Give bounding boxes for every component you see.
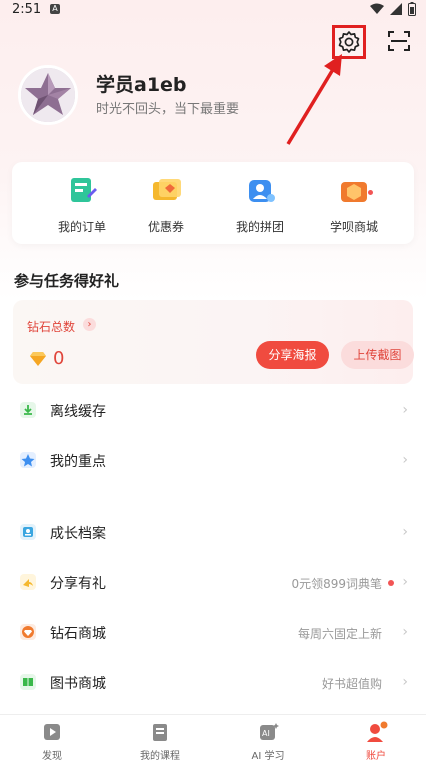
wifi-icon (370, 3, 384, 14)
menu-row-label: 成长档案 (50, 526, 106, 542)
username[interactable]: 学员a1eb (96, 70, 187, 97)
notification-a-icon: A (50, 4, 60, 14)
store-icon (341, 182, 367, 202)
ai-learning-icon: AI (260, 723, 279, 740)
tab-account[interactable]: 账户 (336, 721, 416, 761)
quick-action-label: 学呗商城 (329, 220, 378, 234)
menu-row-note: 好书超值购 (321, 677, 382, 691)
menu-row-offline-cache[interactable]: 离线缓存 › (0, 390, 426, 430)
menu-row-label: 我的重点 (50, 454, 106, 470)
chevron-right-icon: › (402, 574, 408, 590)
status-icons (370, 2, 416, 16)
quick-action-label: 我的订单 (57, 220, 106, 234)
menu-row-share-gift[interactable]: 分享有礼 0元领899词典笔 › (0, 562, 426, 602)
menu-row-growth-profile[interactable]: 成长档案 › (0, 512, 426, 552)
share-poster-button[interactable]: 分享海报 (256, 341, 329, 369)
diamond-total-label[interactable]: 钻石总数 (27, 318, 75, 335)
courses-icon (153, 724, 167, 741)
quick-action-coupons[interactable]: 优惠券 (126, 174, 206, 235)
tab-label: 我的课程 (140, 751, 180, 761)
star-icon (20, 452, 36, 468)
chevron-right-icon: › (402, 674, 408, 690)
share-icon (20, 574, 36, 590)
status-bar: 2:51 A (0, 0, 426, 20)
menu-row-note: 每周六固定上新 (297, 627, 382, 641)
diamond-icon (30, 352, 46, 366)
chevron-right-icon: › (402, 452, 408, 468)
coupon-icon (153, 179, 181, 200)
tab-label: 账户 (366, 751, 386, 761)
menu-row-label: 钻石商城 (50, 626, 106, 642)
avatar-star-icon (21, 68, 75, 122)
menu-row-note: 0元领899词典笔 (291, 577, 382, 591)
book-icon (20, 674, 36, 690)
chevron-right-icon: › (402, 524, 408, 540)
scan-button[interactable] (386, 28, 412, 54)
menu-row-label: 分享有礼 (50, 576, 106, 592)
quick-action-label: 我的拼团 (235, 220, 284, 234)
user-motto: 时光不回头，当下最重要 (96, 102, 240, 117)
chevron-right-icon: › (402, 624, 408, 640)
quick-action-label: 优惠券 (147, 220, 184, 234)
diamond-store-icon (20, 624, 36, 640)
quick-actions-card: 我的订单 优惠券 我的拼团 学呗商城 (12, 162, 414, 244)
scan-icon (388, 31, 410, 51)
tab-label: 发现 (42, 751, 62, 761)
svg-text:AI: AI (262, 729, 270, 738)
menu-row-book-store[interactable]: 图书商城 好书超值购 › (0, 662, 426, 702)
diamond-card: 钻石总数 › 0 分享海报 上传截图 (13, 300, 414, 384)
account-icon (367, 721, 388, 742)
menu-row-label: 离线缓存 (50, 404, 106, 420)
annotation-arrow (286, 54, 342, 145)
battery-icon (408, 2, 416, 16)
tasks-section-title: 参与任务得好礼 (14, 272, 120, 290)
avatar[interactable] (18, 65, 78, 125)
chevron-right-icon[interactable]: › (83, 318, 96, 331)
tab-discover[interactable]: 发现 (12, 721, 92, 761)
profile-icon (20, 524, 36, 540)
quick-action-orders[interactable]: 我的订单 (42, 174, 122, 235)
download-icon (20, 402, 36, 418)
order-icon (71, 178, 97, 202)
chevron-right-icon: › (402, 402, 408, 418)
quick-action-store[interactable]: 学呗商城 (314, 174, 394, 235)
diamond-count: 0 (53, 348, 65, 369)
tab-ai-learning[interactable]: AI AI 学习 (228, 721, 308, 761)
discover-icon (44, 724, 60, 740)
menu-row-my-highlights[interactable]: 我的重点 › (0, 440, 426, 480)
group-buy-icon (249, 180, 275, 202)
tab-my-courses[interactable]: 我的课程 (120, 721, 200, 761)
bottom-tab-bar: 发现 我的课程 AI AI 学习 账户 (0, 714, 426, 761)
quick-action-group-buy[interactable]: 我的拼团 (220, 174, 300, 235)
notification-dot (388, 580, 394, 586)
menu-row-label: 图书商城 (50, 676, 106, 692)
tab-label: AI 学习 (251, 751, 285, 761)
store-badge-dot (368, 190, 373, 195)
signal-icon (390, 3, 402, 15)
upload-screenshot-button[interactable]: 上传截图 (341, 341, 414, 369)
menu-row-diamond-store[interactable]: 钻石商城 每周六固定上新 › (0, 612, 426, 652)
status-time: 2:51 (12, 2, 42, 17)
